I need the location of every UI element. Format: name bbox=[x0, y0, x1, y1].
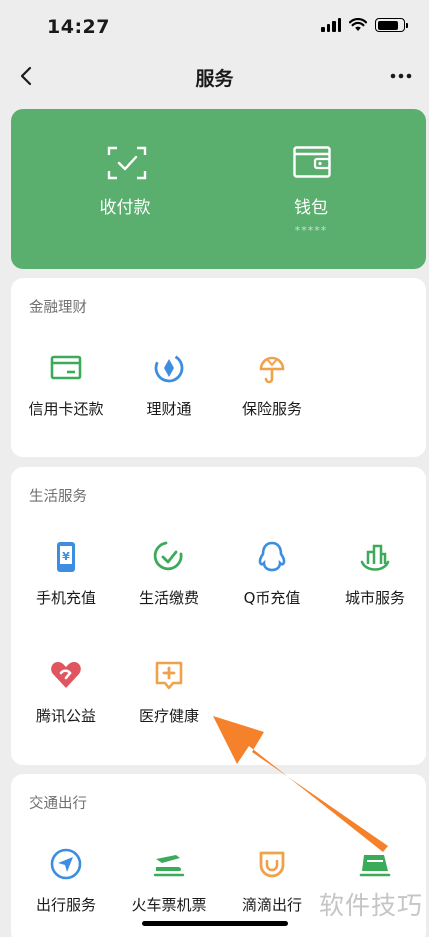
service-city[interactable]: 城市服务 bbox=[323, 540, 427, 640]
wallet-button[interactable]: 钱包 ***** bbox=[211, 0, 411, 237]
service-insurance[interactable]: 保险服务 bbox=[220, 351, 324, 451]
life-card: 生活服务 ¥ 手机充值 生活缴费 Q币充值 城市服务 腾讯公益 医疗健康 bbox=[11, 467, 426, 765]
home-indicator bbox=[142, 921, 288, 926]
service-credit-card[interactable]: 信用卡还款 bbox=[14, 351, 118, 451]
wealth-icon bbox=[154, 353, 184, 383]
wallet-icon bbox=[293, 146, 331, 178]
hotel-icon bbox=[359, 855, 391, 877]
life-title: 生活服务 bbox=[29, 489, 87, 505]
service-bill-pay[interactable]: 生活缴费 bbox=[117, 540, 221, 640]
service-label: 信用卡还款 bbox=[28, 400, 104, 418]
service-label: 医疗健康 bbox=[138, 707, 199, 725]
service-label: 城市服务 bbox=[344, 589, 405, 607]
finance-card: 金融理财 信用卡还款 理财通 保险服务 bbox=[11, 278, 426, 457]
service-phone-recharge[interactable]: ¥ 手机充值 bbox=[14, 540, 118, 640]
medical-icon bbox=[155, 661, 183, 690]
service-label: 滴滴出行 bbox=[241, 896, 302, 914]
service-label: Q币充值 bbox=[243, 589, 301, 607]
service-label: 保险服务 bbox=[241, 400, 302, 418]
watermark: 软件技巧 bbox=[318, 891, 423, 920]
pay-button[interactable]: 收付款 bbox=[25, 0, 225, 218]
train-icon bbox=[153, 855, 185, 877]
service-charity[interactable]: 腾讯公益 bbox=[14, 658, 118, 758]
bill-pay-icon bbox=[153, 541, 183, 571]
wallet-label: 钱包 bbox=[294, 198, 328, 218]
service-label: 理财通 bbox=[146, 400, 192, 418]
service-travel[interactable]: 出行服务 bbox=[14, 847, 118, 937]
service-medical[interactable]: 医疗健康 bbox=[117, 658, 221, 758]
service-label: 手机充值 bbox=[35, 589, 96, 607]
service-label: 火车票机票 bbox=[131, 896, 207, 914]
service-label: 出行服务 bbox=[35, 896, 96, 914]
travel-title: 交通出行 bbox=[29, 796, 87, 812]
scan-check-icon bbox=[107, 146, 147, 180]
city-icon bbox=[360, 544, 390, 571]
finance-title: 金融理财 bbox=[29, 300, 87, 316]
service-label: 腾讯公益 bbox=[35, 707, 96, 725]
service-q-coin[interactable]: Q币充值 bbox=[220, 540, 324, 640]
didi-icon bbox=[259, 851, 285, 878]
qq-icon bbox=[258, 541, 286, 572]
svg-text:¥: ¥ bbox=[62, 550, 70, 563]
phone-recharge-icon: ¥ bbox=[57, 542, 75, 572]
charity-icon bbox=[51, 662, 81, 688]
navigation-icon bbox=[50, 848, 82, 880]
credit-card-icon bbox=[50, 355, 82, 380]
service-wealth[interactable]: 理财通 bbox=[117, 351, 221, 451]
service-label: 生活缴费 bbox=[138, 589, 199, 607]
pay-label: 收付款 bbox=[99, 198, 151, 218]
wallet-balance-masked: ***** bbox=[294, 224, 328, 237]
insurance-icon bbox=[259, 356, 285, 384]
